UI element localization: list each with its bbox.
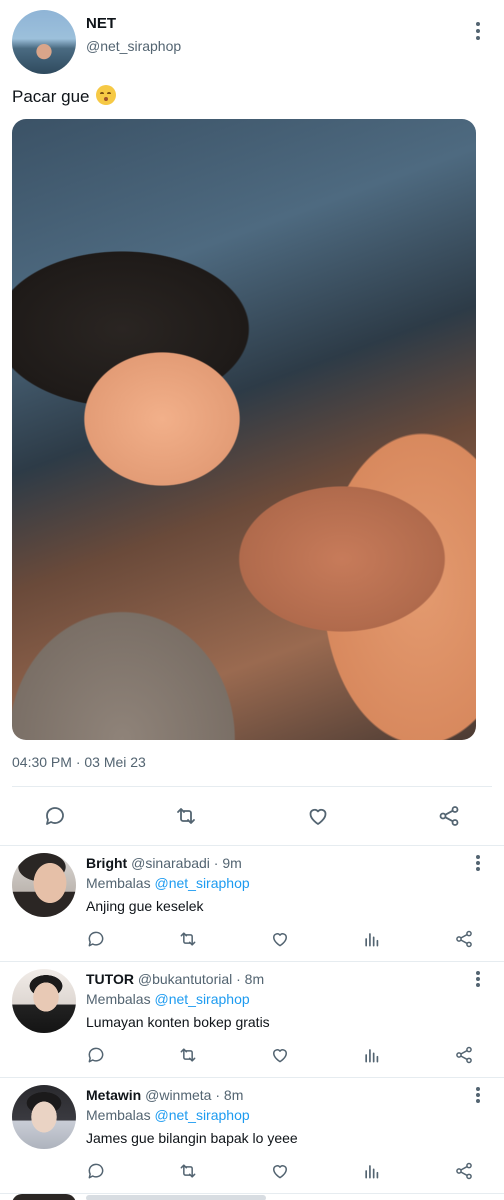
share-icon	[439, 806, 459, 826]
replying-to: Membalas @net_siraphop	[86, 875, 250, 891]
reply-author-name: TUTOR	[86, 971, 134, 987]
retweet-button[interactable]	[177, 1044, 199, 1066]
mention-link[interactable]: @net_siraphop	[154, 1107, 249, 1123]
author-handle[interactable]: @net_siraphop	[86, 38, 181, 54]
views-button[interactable]	[361, 1044, 383, 1066]
replying-prefix: Membalas	[86, 1107, 151, 1123]
reply-author-handle: @bukantutorial · 8m	[137, 971, 265, 987]
reply-tweet[interactable]: TUTOR @bukantutorial · 8m Membalas @net_…	[0, 961, 504, 1077]
share-button[interactable]	[453, 928, 475, 950]
tweet-text-content: Pacar gue	[12, 87, 90, 106]
share-button[interactable]	[453, 1160, 475, 1182]
speech-bubble-icon	[46, 807, 64, 825]
bar-chart-icon	[365, 1165, 379, 1179]
retweet-icon	[180, 932, 196, 946]
heart-icon	[273, 1049, 287, 1063]
speech-bubble-icon	[88, 1047, 104, 1063]
reply-author-handle: @sinarabadi · 9m	[131, 855, 242, 871]
retweet-button[interactable]	[172, 802, 200, 830]
heart-icon	[273, 933, 287, 947]
avatar[interactable]	[12, 853, 76, 917]
tweet-timestamp[interactable]: 04:30 PM · 03 Mei 23	[12, 754, 146, 770]
more-options-icon[interactable]	[470, 20, 486, 42]
retweet-icon	[180, 1164, 196, 1178]
share-icon	[456, 1046, 472, 1064]
replying-prefix: Membalas	[86, 991, 151, 1007]
reply-button[interactable]	[85, 1044, 107, 1066]
retweet-button[interactable]	[177, 928, 199, 950]
retweet-button[interactable]	[177, 1160, 199, 1182]
bar-chart-icon	[365, 933, 379, 947]
kissing-face-icon	[96, 85, 117, 105]
replying-to: Membalas @net_siraphop	[86, 991, 250, 1007]
replying-prefix: Membalas	[86, 875, 151, 891]
tweet-photo[interactable]	[12, 119, 476, 740]
reply-tweet[interactable]: Metawin @winmeta · 8m Membalas @net_sira…	[0, 1077, 504, 1193]
reply-button[interactable]	[41, 802, 69, 830]
reply-author-name: Bright	[86, 855, 128, 871]
like-button[interactable]	[269, 928, 291, 950]
bar-chart-icon	[365, 1049, 379, 1063]
reply-text: Anjing gue keselek	[86, 898, 204, 914]
author-avatar[interactable]	[12, 10, 76, 74]
more-options-icon[interactable]	[470, 969, 486, 989]
reply-text: James gue bilangin bapak lo yeee	[86, 1130, 298, 1146]
divider	[0, 1193, 504, 1194]
speech-bubble-icon	[88, 931, 104, 947]
avatar[interactable]	[12, 969, 76, 1033]
avatar[interactable]	[12, 1194, 76, 1200]
more-options-icon[interactable]	[470, 1085, 486, 1105]
share-button[interactable]	[435, 802, 463, 830]
retweet-icon	[180, 1048, 196, 1062]
reply-button[interactable]	[85, 928, 107, 950]
mention-link[interactable]: @net_siraphop	[154, 991, 249, 1007]
avatar[interactable]	[12, 1085, 76, 1149]
share-icon	[456, 930, 472, 948]
more-options-icon[interactable]	[470, 853, 486, 873]
reply-text: Lumayan konten bokep gratis	[86, 1014, 270, 1030]
divider	[12, 786, 492, 787]
mention-link[interactable]: @net_siraphop	[154, 875, 249, 891]
share-icon	[456, 1162, 472, 1180]
next-reply-preview	[86, 1195, 266, 1200]
reply-button[interactable]	[85, 1160, 107, 1182]
speech-bubble-icon	[88, 1163, 104, 1179]
replying-to: Membalas @net_siraphop	[86, 1107, 250, 1123]
reply-author-handle: @winmeta · 8m	[145, 1087, 244, 1103]
views-button[interactable]	[361, 1160, 383, 1182]
main-tweet: NET @net_siraphop Pacar gue 04:30 PM · 0…	[0, 0, 504, 845]
views-button[interactable]	[361, 928, 383, 950]
reply-author[interactable]: TUTOR @bukantutorial · 8m	[86, 971, 264, 987]
share-button[interactable]	[453, 1044, 475, 1066]
reply-tweet[interactable]: Bright @sinarabadi · 9m Membalas @net_si…	[0, 845, 504, 961]
tweet-text: Pacar gue	[12, 85, 117, 107]
heart-icon	[273, 1165, 287, 1179]
like-button[interactable]	[269, 1160, 291, 1182]
like-button[interactable]	[304, 802, 332, 830]
reply-author[interactable]: Metawin @winmeta · 8m	[86, 1087, 243, 1103]
author-name[interactable]: NET	[86, 15, 116, 32]
heart-icon	[309, 808, 327, 825]
retweet-icon	[177, 808, 195, 824]
reply-author-name: Metawin	[86, 1087, 142, 1103]
reply-author[interactable]: Bright @sinarabadi · 9m	[86, 855, 242, 871]
like-button[interactable]	[269, 1044, 291, 1066]
